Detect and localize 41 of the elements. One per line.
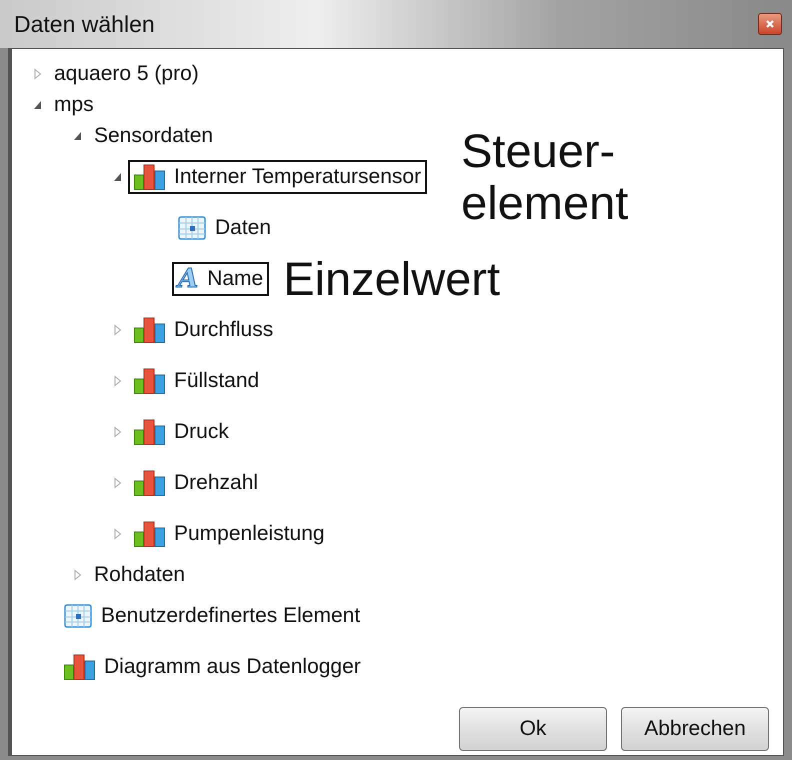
tree-item[interactable]: Benutzerdefinertes Element <box>101 604 360 628</box>
tree-item[interactable]: Name <box>207 266 264 290</box>
tree-item[interactable]: Rohdaten <box>94 562 186 586</box>
tree-item[interactable]: Interner Temperatursensor <box>174 164 422 188</box>
expand-arrow-icon[interactable] <box>113 528 123 540</box>
tree-item[interactable]: Drehzahl <box>174 470 258 494</box>
bar-chart-icon <box>134 520 165 546</box>
tree-item[interactable]: Durchfluss <box>174 318 274 342</box>
ok-button[interactable]: Ok <box>459 707 607 751</box>
close-button[interactable] <box>758 13 782 35</box>
annotation-text: Einzelwert <box>283 252 500 304</box>
annotation-text: Steuer-element <box>461 124 628 228</box>
tree-item[interactable]: Pumpenleistung <box>174 522 325 546</box>
tree-item[interactable]: aquaero 5 (pro) <box>54 62 199 86</box>
tree-item[interactable]: Sensordaten <box>94 124 214 148</box>
expand-arrow-icon[interactable] <box>113 374 123 386</box>
tree-item[interactable]: Füllstand <box>174 368 260 392</box>
expand-arrow-icon[interactable] <box>33 68 43 80</box>
collapse-arrow-icon[interactable] <box>73 130 83 142</box>
tree-item[interactable]: mps <box>54 92 94 116</box>
expand-arrow-icon[interactable] <box>73 568 83 580</box>
bar-chart-icon <box>134 164 165 190</box>
collapse-arrow-icon[interactable] <box>113 170 123 182</box>
letter-icon: A <box>178 266 198 292</box>
bar-chart-icon <box>64 654 95 680</box>
bar-chart-icon <box>134 368 165 394</box>
bar-chart-icon <box>134 418 165 444</box>
tree-item[interactable]: Daten <box>215 216 272 240</box>
expand-arrow-icon[interactable] <box>113 476 123 488</box>
table-icon <box>64 604 92 628</box>
table-icon <box>178 216 206 240</box>
window-title: Daten wählen <box>14 10 155 38</box>
bar-chart-icon <box>134 470 165 496</box>
expand-arrow-icon[interactable] <box>113 426 123 438</box>
close-icon <box>765 19 775 29</box>
tree-item[interactable]: Druck <box>174 420 229 444</box>
tree-item[interactable]: Diagramm aus Datenlogger <box>104 654 361 678</box>
collapse-arrow-icon[interactable] <box>33 98 43 110</box>
cancel-button[interactable]: Abbrechen <box>621 707 769 751</box>
bar-chart-icon <box>134 316 165 342</box>
expand-arrow-icon[interactable] <box>113 324 123 336</box>
